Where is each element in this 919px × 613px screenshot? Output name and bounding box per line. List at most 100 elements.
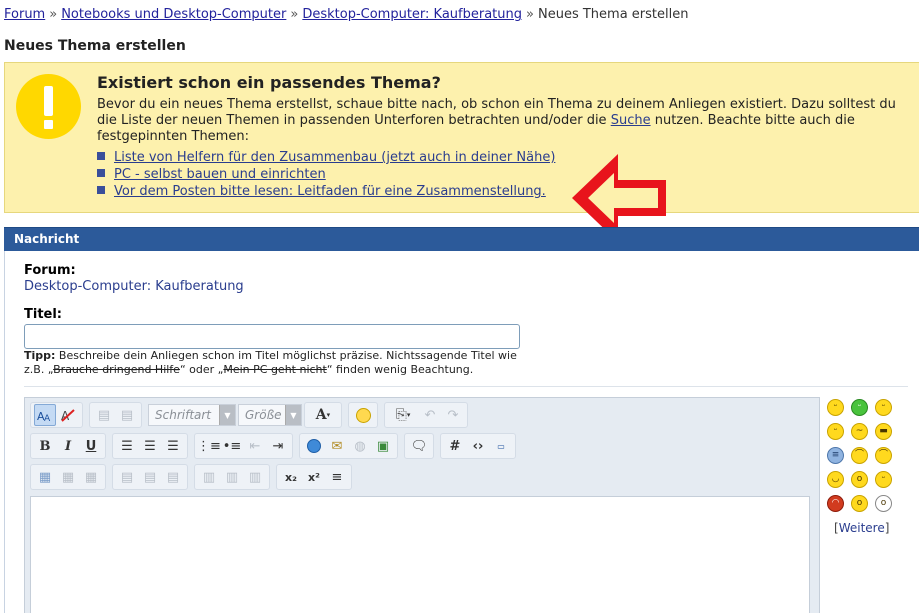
align-left-icon[interactable]: ☰	[116, 435, 138, 457]
align-right-icon[interactable]: ☰	[162, 435, 184, 457]
italic-icon[interactable]: I	[57, 435, 79, 457]
delete-row-icon[interactable]: ▤	[162, 466, 184, 488]
font-size-label: Größe	[245, 408, 282, 422]
hint-text: “ oder „	[179, 363, 224, 376]
notice-text: Bevor du ein neues Thema erstellst, scha…	[97, 97, 897, 145]
ordered-list-icon[interactable]: ⋮≡	[197, 435, 221, 457]
square-bullet-icon	[97, 186, 105, 194]
more-smilies: [Weitere]	[834, 521, 889, 535]
quote-icon[interactable]: 🗨	[408, 435, 430, 457]
paste-text-icon[interactable]: ▤	[116, 404, 138, 426]
smiley-wink-icon[interactable]: ᵕ	[827, 423, 844, 440]
insert-column-left-icon[interactable]: ▥	[198, 466, 220, 488]
breadcrumb-link-notebooks[interactable]: Notebooks und Desktop-Computer	[61, 7, 286, 22]
title-hint: Tipp: Beschreibe dein Anliegen schon im …	[24, 349, 524, 377]
notice-box: Existiert schon ein passendes Thema? Bev…	[4, 62, 919, 213]
list-item: Vor dem Posten bitte lesen: Leitfaden fü…	[97, 183, 555, 200]
insert-column-right-icon[interactable]: ▥	[221, 466, 243, 488]
table-delete-icon[interactable]: ▦	[80, 466, 102, 488]
search-link[interactable]: Suche	[611, 113, 651, 128]
toolbar-group: ▦ ▦ ▦	[30, 464, 106, 490]
table-icon[interactable]: ▦	[34, 466, 56, 488]
align-center-icon[interactable]: ☰	[139, 435, 161, 457]
breadcrumb-separator: »	[526, 7, 534, 22]
toolbar-row-2: B I U ☰ ☰ ☰ ⋮≡ •≡ ⇤ ⇥ ✉ ◍ ▣ 🗨 # ‹› ▭	[30, 433, 520, 459]
pinned-topic-link[interactable]: Liste von Helfern für den Zusammenbau (j…	[114, 150, 555, 165]
smiley-grin-icon[interactable]: ᵕ	[851, 399, 868, 416]
toolbar-group: ⎘ ▾ ↶ ↷	[384, 402, 468, 428]
paste-icon[interactable]: ▤	[93, 404, 115, 426]
breadcrumb-link-forum[interactable]: Forum	[4, 7, 45, 22]
title-label: Titel:	[24, 307, 63, 322]
smiley-insert-icon[interactable]	[352, 404, 374, 426]
breadcrumb-link-kaufberatung[interactable]: Desktop-Computer: Kaufberatung	[302, 7, 522, 22]
outdent-icon[interactable]: ⇤	[244, 435, 266, 457]
chevron-down-icon: ▼	[285, 405, 301, 425]
smiley-eek-icon[interactable]: o	[851, 471, 868, 488]
insert-row-above-icon[interactable]: ▤	[116, 466, 138, 488]
unlink-icon[interactable]: ◍	[349, 435, 371, 457]
indent-icon[interactable]: ⇥	[267, 435, 289, 457]
pinned-topic-link[interactable]: Vor dem Posten bitte lesen: Leitfaden fü…	[114, 184, 546, 199]
superscript-icon[interactable]: x²	[303, 466, 325, 488]
svg-text:A: A	[44, 414, 51, 422]
message-textarea[interactable]	[30, 496, 810, 613]
smiley-cool-icon[interactable]: ▬	[875, 423, 892, 440]
code-hash-icon[interactable]: #	[444, 435, 466, 457]
underline-icon[interactable]: U	[80, 435, 102, 457]
subscript-icon[interactable]: x₂	[280, 466, 302, 488]
pinned-topic-link[interactable]: PC - selbst bauen und einrichten	[114, 167, 326, 182]
wysiwyg-mode-icon[interactable]: AA	[34, 404, 56, 426]
smiley-surprised-icon[interactable]: o	[851, 495, 868, 512]
delete-column-icon[interactable]: ▥	[244, 466, 266, 488]
smiley-teeth-icon[interactable]: ≡	[827, 447, 844, 464]
smiley-angry-icon[interactable]: ◠	[827, 495, 844, 512]
toolbar-group: ☰ ☰ ☰	[112, 433, 188, 459]
bracket-close: ]	[884, 521, 890, 535]
smiley-frown-icon[interactable]: ⌒	[875, 447, 892, 464]
divider	[24, 386, 908, 387]
font-family-label: Schriftart	[155, 408, 212, 422]
title-input[interactable]	[24, 324, 520, 349]
square-bullet-icon	[97, 169, 105, 177]
html-code-icon[interactable]: ‹›	[467, 435, 489, 457]
forum-label: Forum:	[24, 263, 76, 278]
breadcrumb: Forum» Notebooks und Desktop-Computer» Des…	[4, 7, 688, 22]
smiley-devil-icon[interactable]: ᵕ	[875, 471, 892, 488]
insert-email-icon[interactable]: ✉	[326, 435, 348, 457]
list-item: Liste von Helfern für den Zusammenbau (j…	[97, 149, 555, 166]
smiley-sad-icon[interactable]: ⌒	[851, 447, 868, 464]
smiley-laugh-icon[interactable]: ◡	[827, 471, 844, 488]
table-properties-icon[interactable]: ▦	[57, 466, 79, 488]
redo-icon[interactable]: ↷	[442, 404, 464, 426]
horizontal-rule-icon[interactable]: ≡	[326, 466, 348, 488]
smiley-happy-icon[interactable]: ᵕ	[875, 399, 892, 416]
toolbar-group: AA A	[30, 402, 83, 428]
undo-icon[interactable]: ↶	[419, 404, 441, 426]
insert-row-below-icon[interactable]: ▤	[139, 466, 161, 488]
hint-label: Tipp:	[24, 349, 56, 362]
toolbar-group: # ‹› ▭	[440, 433, 516, 459]
hint-example-strike: Mein PC geht nicht	[223, 363, 327, 376]
more-smilies-link[interactable]: Weitere	[839, 521, 885, 535]
toolbar-group: 🗨	[404, 433, 434, 459]
font-family-select[interactable]: Schriftart ▼	[148, 404, 236, 426]
smiley-smile-icon[interactable]: ᵕ	[827, 399, 844, 416]
php-code-icon[interactable]: ▭	[490, 435, 512, 457]
smiley-confused-icon[interactable]: ~	[851, 423, 868, 440]
bold-icon[interactable]: B	[34, 435, 56, 457]
square-bullet-icon	[97, 152, 105, 160]
attachment-icon[interactable]: ⎘ ▾	[388, 404, 418, 426]
hint-text: “ finden wenig Beachtung.	[326, 363, 474, 376]
insert-link-icon[interactable]	[303, 435, 325, 457]
unordered-list-icon[interactable]: •≡	[221, 435, 243, 457]
toolbar-group: ▥ ▥ ▥	[194, 464, 270, 490]
smiley-ghost-icon[interactable]: o	[875, 495, 892, 512]
insert-image-icon[interactable]: ▣	[372, 435, 394, 457]
font-size-select[interactable]: Größe ▼	[238, 404, 302, 426]
remove-format-icon[interactable]: A	[57, 404, 79, 426]
toolbar-group: ✉ ◍ ▣	[299, 433, 398, 459]
exclamation-icon	[16, 74, 81, 139]
font-color-icon[interactable]: A ▾	[308, 404, 338, 426]
list-item: PC - selbst bauen und einrichten	[97, 166, 555, 183]
